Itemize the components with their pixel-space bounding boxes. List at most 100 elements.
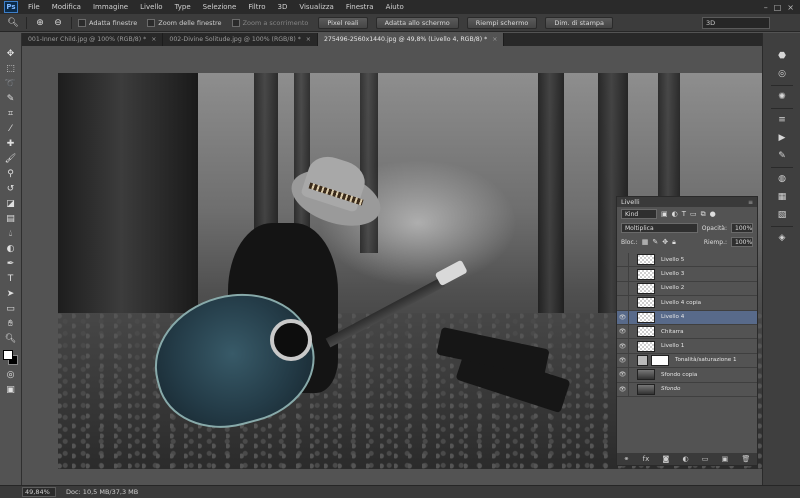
history-icon[interactable]: ≡ xyxy=(774,113,790,127)
clone-stamp-tool-icon[interactable]: ⚲ xyxy=(3,167,19,180)
zoom-level-field[interactable]: 49,84% xyxy=(22,487,56,497)
layer-row[interactable]: 👁︎ Tonalità/saturazione 1 xyxy=(617,353,757,369)
eraser-tool-icon[interactable]: ◪ xyxy=(3,197,19,210)
workspace-select[interactable]: 3D xyxy=(702,17,770,29)
lock-image-icon[interactable]: ✎ xyxy=(652,238,658,246)
fx-icon[interactable]: fx xyxy=(643,455,650,463)
marquee-tool-icon[interactable]: ⬚ xyxy=(3,62,19,75)
eye-icon[interactable]: 👁︎ xyxy=(617,310,629,325)
menu-livello[interactable]: Livello xyxy=(134,3,168,11)
visibility-toggle[interactable] xyxy=(617,281,629,296)
close-button[interactable]: × xyxy=(787,3,794,12)
crop-tool-icon[interactable]: ⌗ xyxy=(3,107,19,120)
close-icon[interactable]: × xyxy=(492,36,497,43)
shape-tool-icon[interactable]: ▭ xyxy=(3,302,19,315)
filter-shape-icon[interactable]: ▭ xyxy=(690,210,697,218)
actual-pixels-button[interactable]: Pixel reali xyxy=(318,16,368,29)
resize-windows-checkbox[interactable]: Adatta finestre xyxy=(78,18,137,27)
adjustments-icon[interactable]: ▦ xyxy=(774,190,790,204)
eye-icon[interactable]: 👁︎ xyxy=(617,382,629,397)
eye-icon[interactable]: 👁︎ xyxy=(617,353,629,368)
eye-icon[interactable]: 👁︎ xyxy=(617,324,629,339)
color-swatches[interactable] xyxy=(2,350,19,366)
scrubby-zoom-checkbox[interactable]: Zoom a scorrimento xyxy=(231,18,308,27)
close-icon[interactable]: × xyxy=(306,36,311,43)
layer-row[interactable]: 👁︎ Sfondo xyxy=(617,382,757,397)
history-brush-tool-icon[interactable]: ↺ xyxy=(3,182,19,195)
lasso-tool-icon[interactable]: ➰ xyxy=(3,77,19,90)
menu-aiuto[interactable]: Aiuto xyxy=(380,3,410,11)
menu-type[interactable]: Type xyxy=(169,3,197,11)
dodge-tool-icon[interactable]: ◐ xyxy=(3,242,19,255)
blend-mode-select[interactable]: Moltiplica xyxy=(621,223,698,233)
3d-camera-icon[interactable]: ◎ xyxy=(774,67,790,81)
foreground-color-swatch[interactable] xyxy=(2,350,13,360)
zoom-out-icon[interactable]: ⊖ xyxy=(51,16,65,29)
eyedropper-tool-icon[interactable]: ⁄ xyxy=(3,122,19,135)
screen-mode-icon[interactable]: ▣ xyxy=(3,383,19,396)
layers-panel-title[interactable]: Livelli xyxy=(621,198,640,206)
visibility-toggle[interactable] xyxy=(617,252,629,267)
quick-select-tool-icon[interactable]: ✎ xyxy=(3,92,19,105)
blur-tool-icon[interactable]: 💧︎ xyxy=(3,227,19,240)
doc-tab-active[interactable]: 275496-2560x1440.jpg @ 49,8% (Livello 4,… xyxy=(317,33,505,46)
layer-row[interactable]: 👁︎ Sfondo copia xyxy=(617,367,757,383)
print-size-button[interactable]: Dim. di stampa xyxy=(545,16,614,29)
filter-smart-icon[interactable]: ⧉ xyxy=(701,210,706,219)
visibility-toggle[interactable] xyxy=(617,295,629,310)
layer-row-selected[interactable]: 👁︎ Livello 4 xyxy=(617,310,757,325)
lock-all-icon[interactable]: 🔒︎ xyxy=(672,238,676,247)
filter-type-icon[interactable]: T xyxy=(682,210,686,218)
gradient-tool-icon[interactable]: ▤ xyxy=(3,212,19,225)
menu-modifica[interactable]: Modifica xyxy=(46,3,87,11)
checkbox-box[interactable] xyxy=(78,18,86,27)
filter-adjustment-icon[interactable]: ◐ xyxy=(672,210,678,218)
checkbox-box[interactable] xyxy=(231,18,240,27)
brush-tool-icon[interactable]: 🖌︎ xyxy=(3,152,19,165)
zoom-in-icon[interactable]: ⊕ xyxy=(33,16,47,29)
healing-brush-tool-icon[interactable]: ✚ xyxy=(3,137,19,150)
new-adjustment-icon[interactable]: ◐ xyxy=(682,455,688,463)
maximize-button[interactable]: □ xyxy=(774,3,782,12)
delete-layer-icon[interactable]: 🗑︎ xyxy=(741,455,750,463)
layers-icon[interactable]: ◈ xyxy=(774,231,790,245)
doc-tab[interactable]: 002-Divine Solitude.jpg @ 100% (RGB/8) *… xyxy=(163,33,318,46)
menu-selezione[interactable]: Selezione xyxy=(197,3,243,11)
swatches-icon[interactable]: ◍ xyxy=(774,172,790,186)
fill-field[interactable]: 100% xyxy=(731,237,753,247)
lock-position-icon[interactable]: ✥ xyxy=(662,238,668,246)
checkbox-box[interactable] xyxy=(147,18,156,27)
zoom-tool-icon[interactable]: 🔍︎ xyxy=(3,332,19,345)
pen-tool-icon[interactable]: ✒ xyxy=(3,257,19,270)
menu-visualizza[interactable]: Visualizza xyxy=(293,3,339,11)
styles-icon[interactable]: ▧ xyxy=(774,208,790,222)
brush-presets-icon[interactable]: ✎ xyxy=(774,149,790,163)
visibility-toggle[interactable] xyxy=(617,267,629,282)
quick-mask-icon[interactable]: ◎ xyxy=(3,368,19,381)
minimize-button[interactable]: – xyxy=(764,3,768,12)
lock-transparency-icon[interactable]: ▦ xyxy=(642,238,649,246)
new-group-icon[interactable]: ▭ xyxy=(702,455,709,463)
path-select-tool-icon[interactable]: ➤ xyxy=(3,287,19,300)
menu-filtro[interactable]: Filtro xyxy=(242,3,271,11)
doc-tab[interactable]: 001-Inner Child.jpg @ 100% (RGB/8) * × xyxy=(22,33,164,46)
menu-3d[interactable]: 3D xyxy=(271,3,293,11)
layer-row[interactable]: 👁︎ Livello 1 xyxy=(617,339,757,354)
filter-toggle-icon[interactable]: ● xyxy=(710,210,716,218)
light-icon[interactable]: ✺ xyxy=(774,90,790,104)
filter-pixel-icon[interactable]: ▣ xyxy=(661,210,668,218)
menu-immagine[interactable]: Immagine xyxy=(87,3,134,11)
panel-menu-icon[interactable]: ≡ xyxy=(748,199,757,206)
hand-tool-icon[interactable]: ✋︎ xyxy=(3,317,19,330)
link-layers-icon[interactable]: ⚭ xyxy=(624,455,630,463)
zoom-all-checkbox[interactable]: Zoom delle finestre xyxy=(147,18,222,27)
kind-filter-select[interactable]: Kind xyxy=(621,209,657,219)
3d-icon[interactable]: ⬣ xyxy=(774,49,790,63)
doc-info[interactable]: Doc: 10,5 MB/37,3 MB xyxy=(66,488,138,496)
type-tool-icon[interactable]: T xyxy=(3,272,19,285)
menu-file[interactable]: File xyxy=(22,3,46,11)
new-layer-icon[interactable]: ▣ xyxy=(722,455,729,463)
fit-screen-button[interactable]: Adatta allo schermo xyxy=(375,16,459,29)
actions-icon[interactable]: ▶ xyxy=(774,131,790,145)
layer-row[interactable]: Livello 2 xyxy=(617,281,757,297)
